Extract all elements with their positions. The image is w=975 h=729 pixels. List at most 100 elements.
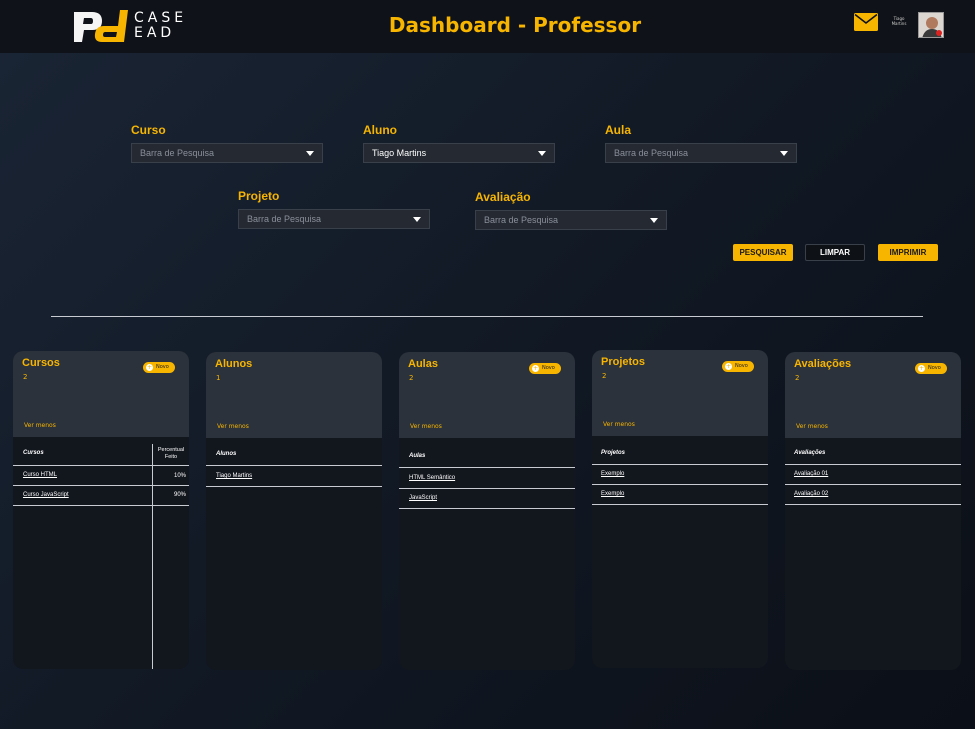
curso-select-value: Barra de Pesquisa [140,148,215,158]
plus-icon: + [918,365,925,372]
curso-label: Curso [131,123,166,137]
aula-label: Aula [605,123,632,137]
user-name: Tiago Martins [886,16,912,26]
aula-select[interactable]: Barra de Pesquisa [605,143,797,163]
user-name-line2: Martins [891,21,907,26]
card-count: 2 [795,374,800,382]
card-title: Aulas [408,358,438,370]
card-title: Projetos [601,356,646,368]
card-cursos: Cursos 2 + Novo Ver menos Cursos Percent… [13,351,189,669]
aula-select-value: Barra de Pesquisa [614,148,689,158]
mail-icon[interactable] [854,13,878,31]
column-header: Projetos [601,450,626,456]
novo-label: Novo [735,363,748,369]
projeto-select-value: Barra de Pesquisa [247,214,322,224]
column-header: Cursos [23,450,44,456]
chevron-down-icon [538,151,546,156]
table-row-link[interactable]: HTML Semântico [409,475,455,481]
card-title: Alunos [215,358,253,370]
row-divider [206,486,382,487]
chevron-down-icon [413,217,421,222]
ver-menos-link[interactable]: Ver menos [410,423,442,430]
row-divider [13,465,189,466]
pesquisar-button[interactable]: PESQUISAR [733,244,793,261]
ver-menos-link[interactable]: Ver menos [796,423,828,430]
card-header: Avaliações 2 + Novo Ver menos [785,352,961,438]
column-header-line2: Feito [164,454,178,460]
row-divider [785,484,961,485]
ver-menos-link[interactable]: Ver menos [217,423,249,430]
row-divider [592,504,768,505]
card-header: Cursos 2 + Novo Ver menos [13,351,189,437]
avaliacao-label: Avaliação [475,190,531,204]
projeto-select[interactable]: Barra de Pesquisa [238,209,430,229]
avatar[interactable] [918,12,944,38]
table-row-link[interactable]: Curso JavaScript [23,492,69,498]
row-divider [785,464,961,465]
table-row-link[interactable]: Avaliação 02 [794,491,828,497]
chevron-down-icon [650,218,658,223]
card-alunos: Alunos 1 Ver menos Alunos Tiago Martins [206,352,382,670]
ver-menos-link[interactable]: Ver menos [24,422,56,429]
row-divider [592,484,768,485]
novo-label: Novo [156,364,169,370]
curso-select[interactable]: Barra de Pesquisa [131,143,323,163]
column-header: Aulas [409,453,426,459]
row-divider [206,465,382,466]
novo-label: Novo [542,365,555,371]
table-row-link[interactable]: JavaScript [409,495,437,501]
row-divider [592,464,768,465]
imprimir-button[interactable]: IMPRIMIR [878,244,938,261]
table-row-link[interactable]: Avaliação 01 [794,471,828,477]
row-divider [13,485,189,486]
column-divider [152,444,153,669]
card-count: 2 [602,372,607,380]
card-count: 2 [409,374,414,382]
aluno-select[interactable]: Tiago Martins [363,143,555,163]
column-header-line1: Percentual [157,447,185,453]
row-divider [13,505,189,506]
page-title: Dashboard - Professor [388,13,642,37]
card-aulas: Aulas 2 + Novo Ver menos Aulas HTML Semâ… [399,352,575,670]
column-header: Alunos [216,451,237,457]
chevron-down-icon [306,151,314,156]
row-divider [785,504,961,505]
table-cell-percent: 90% [173,492,186,498]
novo-button[interactable]: + Novo [722,361,754,372]
ver-menos-link[interactable]: Ver menos [603,421,635,428]
table-row-link[interactable]: Exemplo [601,471,624,477]
limpar-button[interactable]: LIMPAR [805,244,865,261]
avaliacao-select[interactable]: Barra de Pesquisa [475,210,667,230]
table-row-link[interactable]: Curso HTML [23,472,57,478]
aluno-select-value: Tiago Martins [372,148,427,158]
row-divider [399,488,575,489]
column-header: Percentual Feito [154,447,188,461]
plus-icon: + [146,364,153,371]
card-header: Aulas 2 + Novo Ver menos [399,352,575,438]
divider [51,316,923,317]
row-divider [399,508,575,509]
chevron-down-icon [780,151,788,156]
plus-icon: + [725,363,732,370]
card-header: Projetos 2 + Novo Ver menos [592,350,768,436]
novo-button[interactable]: + Novo [915,363,947,374]
card-avaliacoes: Avaliações 2 + Novo Ver menos Avaliações… [785,352,961,670]
table-row-link[interactable]: Tiago Martins [216,473,252,479]
avaliacao-select-value: Barra de Pesquisa [484,215,559,225]
table-cell-percent: 10% [173,473,186,479]
novo-button[interactable]: + Novo [143,362,175,373]
top-bar: CASE EAD Dashboard - Professor Tiago Mar… [0,0,975,53]
plus-icon: + [532,365,539,372]
card-title: Cursos [22,357,60,369]
projeto-label: Projeto [238,189,280,203]
aluno-label: Aluno [363,123,397,137]
card-header: Alunos 1 Ver menos [206,352,382,438]
card-count: 2 [23,373,28,381]
table-row-link[interactable]: Exemplo [601,491,624,497]
avatar-image [919,13,943,37]
card-projetos: Projetos 2 + Novo Ver menos Projetos Exe… [592,350,768,668]
card-title: Avaliações [794,358,852,370]
column-header: Avaliações [794,450,826,456]
row-divider [399,467,575,468]
novo-button[interactable]: + Novo [529,363,561,374]
